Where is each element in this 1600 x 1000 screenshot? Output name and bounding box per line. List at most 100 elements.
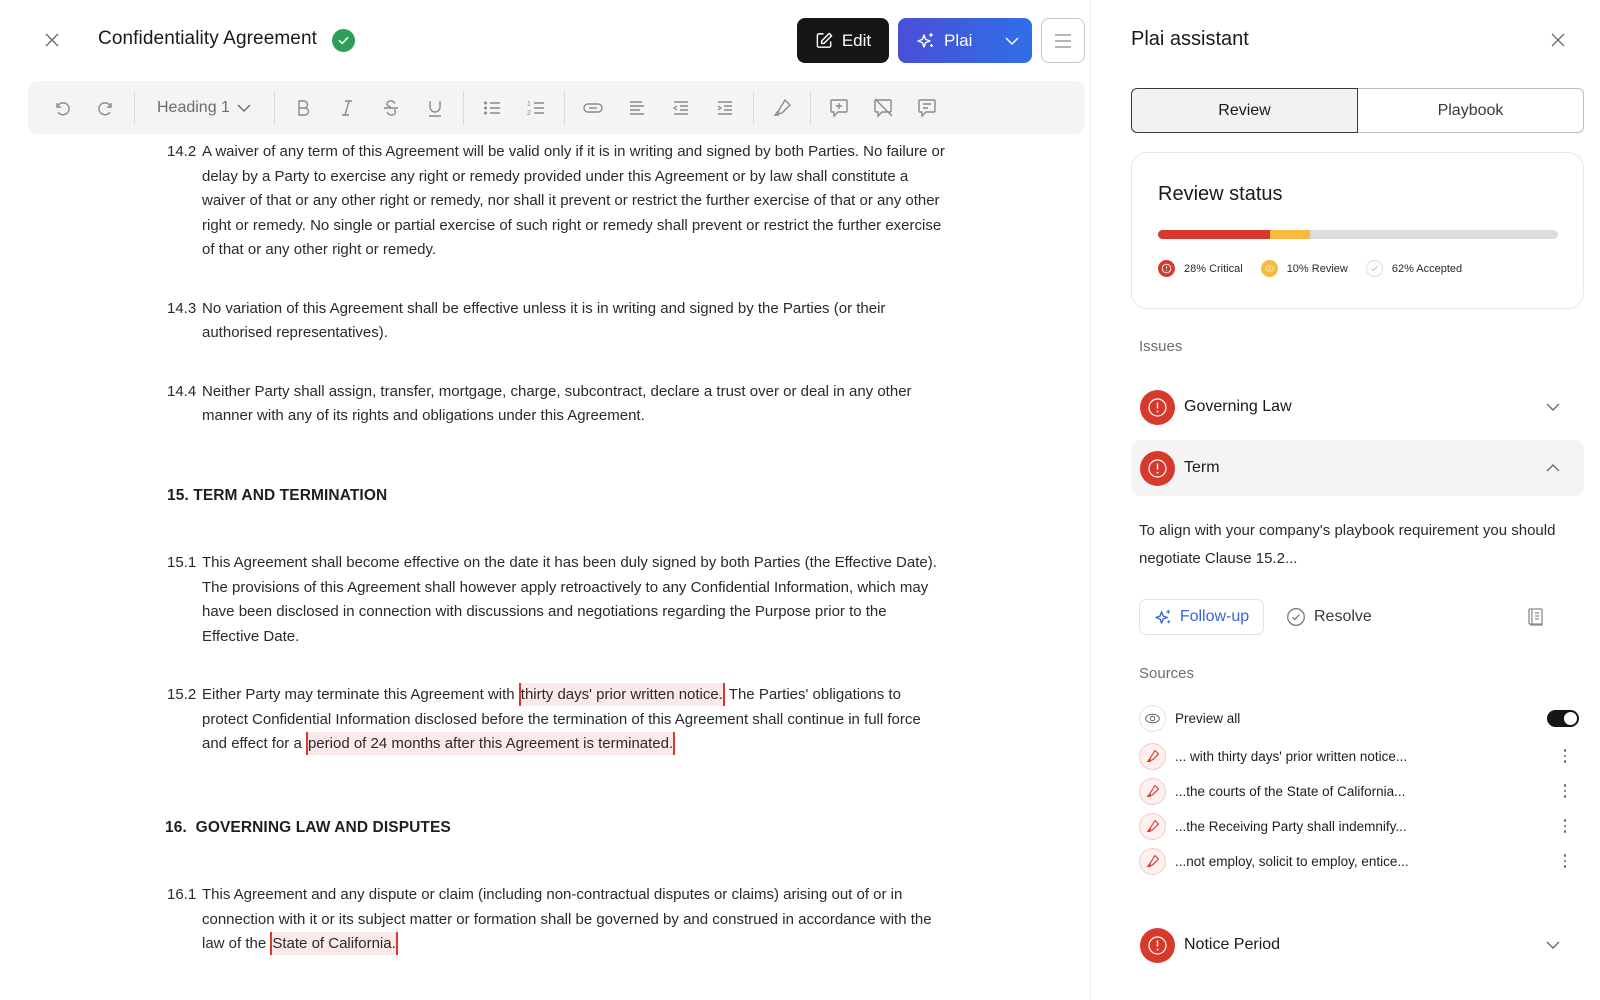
strikethrough-button[interactable] <box>369 88 413 128</box>
comment-icon <box>918 98 936 118</box>
eye-icon <box>1139 704 1166 732</box>
highlight-button[interactable] <box>760 88 804 128</box>
accepted-check-icon <box>1365 260 1383 277</box>
hide-comments-button[interactable] <box>861 88 905 128</box>
sources-section-label: Sources <box>1139 665 1195 682</box>
panel-tabs: Review Playbook <box>1131 88 1584 133</box>
source-item[interactable]: ... with thirty days' prior written noti… <box>1139 741 1579 771</box>
indent-button[interactable] <box>703 88 747 128</box>
clause-number: 14.4 <box>167 382 197 400</box>
review-status-title: Review status <box>1158 183 1283 205</box>
italic-button[interactable] <box>325 88 369 128</box>
follow-up-button[interactable]: Follow-up <box>1139 599 1264 635</box>
more-options-icon[interactable] <box>1555 749 1575 763</box>
highlighted-source-governing-law[interactable]: State of California. <box>270 932 398 955</box>
source-text: ... with thirty days' prior written noti… <box>1175 748 1408 764</box>
clause-number: 16.1 <box>167 886 197 903</box>
bullet-list-icon <box>483 101 500 114</box>
source-text: ...the courts of the State of California… <box>1175 783 1406 799</box>
issue-name: Governing Law <box>1184 398 1292 415</box>
menu-button[interactable] <box>1041 18 1085 63</box>
italic-icon <box>341 99 352 116</box>
legend-review-label: 10% Review <box>1286 262 1348 275</box>
clause-number: 14.2 <box>167 143 197 160</box>
close-panel-button[interactable] <box>1547 29 1569 51</box>
issue-description: To align with your company's playbook re… <box>1139 522 1556 567</box>
add-comment-button[interactable] <box>817 88 861 128</box>
issue-governing-law[interactable]: Governing Law <box>1131 379 1584 435</box>
numbered-list-button[interactable]: 12 <box>514 88 558 128</box>
close-document-button[interactable] <box>40 28 64 52</box>
redo-button[interactable] <box>84 88 128 128</box>
resolve-label: Resolve <box>1314 608 1372 625</box>
close-icon <box>1551 33 1565 47</box>
review-segment <box>1270 230 1310 239</box>
chevron-down-icon <box>237 104 251 112</box>
resolve-button[interactable]: Resolve <box>1286 599 1372 635</box>
link-icon <box>583 102 603 113</box>
review-status-legend: 28% Critical 10% Review 62% Accepted <box>1158 260 1480 277</box>
clause-number: 15.1 <box>167 554 197 571</box>
highlighted-source-notice[interactable]: thirty days' prior written notice. <box>518 683 725 706</box>
review-eye-icon <box>1260 260 1278 277</box>
outdent-button[interactable] <box>659 88 703 128</box>
chevron-down-icon <box>1538 402 1568 412</box>
more-options-icon[interactable] <box>1555 854 1575 868</box>
edit-button-label: Edit <box>841 30 872 50</box>
clause-text: No variation of this Agreement shall be … <box>202 299 886 342</box>
toolbar-divider <box>563 90 565 125</box>
clause-text: This Agreement and any dispute or claim … <box>202 883 947 957</box>
source-item[interactable]: ...the courts of the State of California… <box>1139 776 1579 806</box>
bold-icon <box>298 99 310 116</box>
review-status-bar <box>1158 230 1558 239</box>
toolbar-divider <box>809 90 811 125</box>
source-item[interactable]: ...the Receiving Party shall indemnify..… <box>1139 811 1579 841</box>
indent-icon <box>717 100 732 115</box>
plai-dropdown-toggle[interactable] <box>992 36 1032 46</box>
critical-segment <box>1158 230 1270 239</box>
source-item[interactable]: ...not employ, solicit to employ, entice… <box>1139 846 1579 876</box>
issue-term[interactable]: Term <box>1131 440 1584 496</box>
align-left-icon <box>629 100 644 115</box>
issue-name: Term <box>1184 459 1220 476</box>
section-heading-15: 15. TERM AND TERMINATION <box>167 486 388 504</box>
redo-icon <box>98 101 112 115</box>
heading-style-value: Heading 1 <box>157 98 230 116</box>
tab-review[interactable]: Review <box>1131 88 1358 133</box>
document-title: Confidentiality Agreement <box>98 28 318 49</box>
clause-15-1: 15.1 This Agreement shall become effecti… <box>167 551 947 649</box>
issue-name: Notice Period <box>1184 936 1281 953</box>
bold-button[interactable] <box>281 88 325 128</box>
highlighted-source-term[interactable]: period of 24 months after this Agreement… <box>305 732 676 755</box>
plai-main-action[interactable]: Plai <box>898 31 992 51</box>
issue-notice-period[interactable]: Notice Period <box>1131 917 1584 973</box>
heading-style-dropdown[interactable]: Heading 1 <box>141 88 268 128</box>
svg-text:1: 1 <box>527 101 531 108</box>
chevron-up-icon <box>1538 463 1568 473</box>
plai-button[interactable]: Plai <box>898 18 1032 63</box>
bullet-list-button[interactable] <box>470 88 514 128</box>
review-status-card: Review status 28% Critical 10% Review 62… <box>1131 152 1584 309</box>
undo-icon <box>56 101 70 115</box>
outdent-icon <box>672 100 688 115</box>
playbook-reference-button[interactable] <box>1524 605 1548 629</box>
comments-button[interactable] <box>905 88 949 128</box>
chevron-down-icon <box>1538 940 1568 950</box>
edit-button[interactable]: Edit <box>797 18 889 63</box>
more-options-icon[interactable] <box>1555 819 1575 833</box>
plai-button-label: Plai <box>944 30 973 50</box>
sparkle-icon <box>917 32 933 48</box>
clause-14-4: 14.4 Neither Party shall assign, transfe… <box>167 380 947 429</box>
tab-playbook[interactable]: Playbook <box>1358 88 1584 133</box>
highlighter-icon <box>1139 812 1166 840</box>
link-button[interactable] <box>571 88 615 128</box>
underline-button[interactable] <box>413 88 457 128</box>
follow-up-label: Follow-up <box>1179 608 1250 625</box>
clause-text: Neither Party shall assign, transfer, mo… <box>202 382 912 425</box>
undo-button[interactable] <box>40 88 84 128</box>
preview-all-toggle[interactable] <box>1547 709 1579 727</box>
legend-critical-label: 28% Critical <box>1184 262 1243 275</box>
highlighter-icon <box>773 98 791 116</box>
align-left-button[interactable] <box>615 88 659 128</box>
more-options-icon[interactable] <box>1555 784 1575 798</box>
